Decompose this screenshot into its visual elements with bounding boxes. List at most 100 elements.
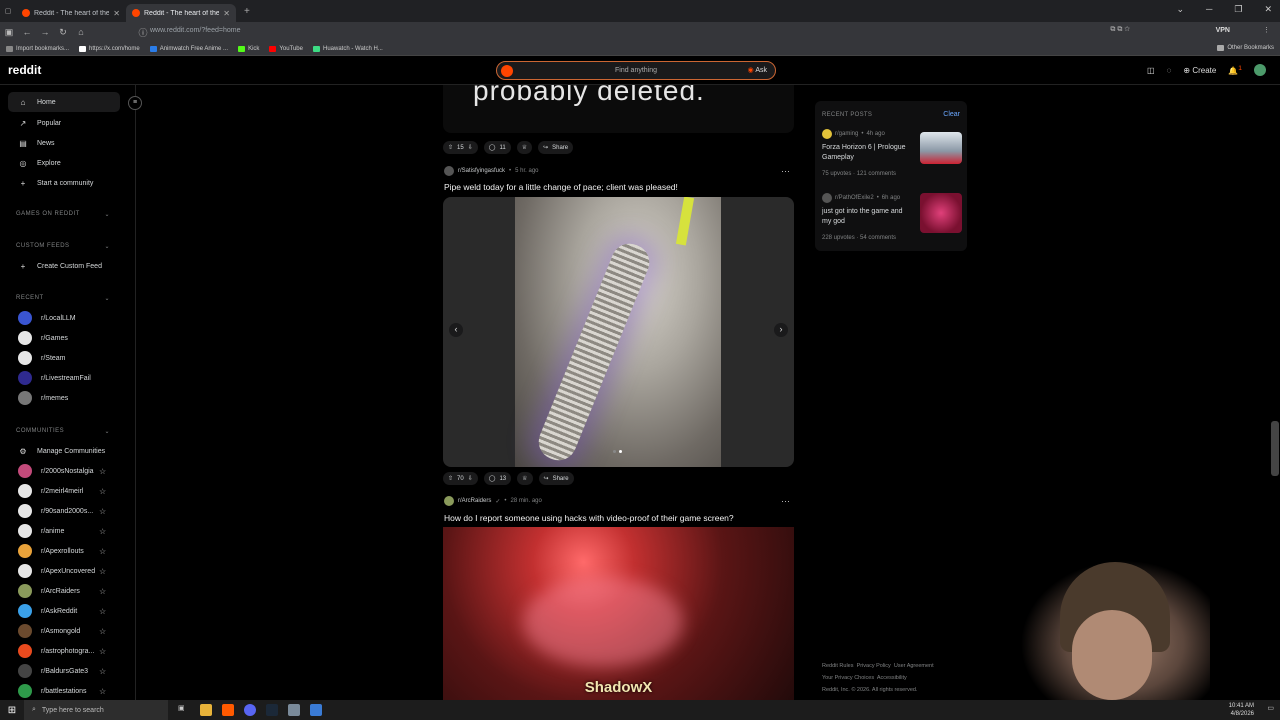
communities-section-toggle[interactable]: COMMUNITIES ⌄ xyxy=(16,428,110,435)
bookmark-kick[interactable]: Kick xyxy=(238,45,259,52)
avatar[interactable] xyxy=(1254,64,1266,76)
more-options-icon[interactable]: ⋯ xyxy=(781,166,790,177)
community-item[interactable]: r/astrophotogra... ☆ xyxy=(0,641,130,661)
reddit-rules-link[interactable]: Reddit Rules xyxy=(822,663,854,669)
comments-button[interactable]: ◯ 13 xyxy=(483,472,512,485)
notifications-icon[interactable]: 🔔1 xyxy=(1228,65,1242,76)
extensions-icon[interactable]: ⧉ ⧉ ☆ xyxy=(1110,26,1130,34)
recent-post-item[interactable]: r/gaming • 4h ago Forza Horizon 6 | Prolog… xyxy=(822,129,962,177)
url-field[interactable]: www.reddit.com/?feed=home xyxy=(150,27,240,34)
taskbar-search-input[interactable]: ⌕ Type here to search xyxy=(24,700,168,720)
obs-icon[interactable] xyxy=(310,704,322,716)
discord-icon[interactable] xyxy=(244,704,256,716)
recent-post-item[interactable]: r/PathOfExile2 • 6h ago just got into the … xyxy=(822,193,962,241)
favorite-star-icon[interactable]: ☆ xyxy=(99,487,106,496)
clear-recent-button[interactable]: Clear xyxy=(943,111,960,118)
favorite-star-icon[interactable]: ☆ xyxy=(99,527,106,536)
browser-icon[interactable] xyxy=(222,704,234,716)
search-input[interactable]: Find anything ◉ Ask xyxy=(496,61,776,80)
favorite-star-icon[interactable]: ☆ xyxy=(99,547,106,556)
notification-center-icon[interactable]: ▭ xyxy=(1267,704,1274,712)
reddit-logo[interactable]: reddit xyxy=(8,63,41,77)
task-view-icon[interactable]: ▣ xyxy=(178,704,190,716)
bookmark-import[interactable]: Import bookmarks... xyxy=(6,45,69,52)
favorite-star-icon[interactable]: ☆ xyxy=(99,627,106,636)
community-item[interactable]: r/AskReddit ☆ xyxy=(0,601,130,621)
bookmark-youtube[interactable]: YouTube xyxy=(269,45,303,52)
award-button[interactable]: ♕ xyxy=(517,472,533,485)
recent-section-toggle[interactable]: RECENT ⌄ xyxy=(16,295,110,302)
other-bookmarks[interactable]: Other Bookmarks xyxy=(1217,45,1274,51)
post-title[interactable]: Pipe weld today for a little change of p… xyxy=(444,182,678,192)
vote-control[interactable]: ⇧ 15 ⇩ xyxy=(443,141,478,154)
community-item[interactable]: r/Apexrollouts ☆ xyxy=(0,541,130,561)
community-item[interactable]: r/anime ☆ xyxy=(0,521,130,541)
accessibility-link[interactable]: Accessibility xyxy=(877,675,907,681)
forward-icon[interactable]: → xyxy=(36,27,54,37)
community-item[interactable]: r/BaldursGate3 ☆ xyxy=(0,661,130,681)
downvote-icon[interactable]: ⇩ xyxy=(468,144,473,151)
create-custom-feed-button[interactable]: + Create Custom Feed xyxy=(0,256,130,276)
file-explorer-icon[interactable] xyxy=(200,704,212,716)
upvote-icon[interactable]: ⇧ xyxy=(448,144,453,151)
minimize-icon[interactable]: ─ xyxy=(1206,4,1212,15)
community-item[interactable]: r/90sand2000s... ☆ xyxy=(0,501,130,521)
favorite-star-icon[interactable]: ☆ xyxy=(99,667,106,676)
chat-icon[interactable]: ◌ xyxy=(1167,66,1172,75)
privacy-choices-link[interactable]: Your Privacy Choices xyxy=(822,675,874,681)
upvote-icon[interactable]: ⇧ xyxy=(448,475,453,482)
community-item[interactable]: r/2000sNostalgia ☆ xyxy=(0,461,130,481)
subreddit-link[interactable]: r/ArcRaiders xyxy=(458,498,491,504)
community-item[interactable]: r/ArcRaiders ☆ xyxy=(0,581,130,601)
carousel-next-button[interactable]: › xyxy=(774,323,788,337)
page-scrollbar[interactable] xyxy=(1271,421,1279,476)
comments-button[interactable]: ◯ 11 xyxy=(483,141,511,154)
carousel-prev-button[interactable]: ‹ xyxy=(449,323,463,337)
privacy-policy-link[interactable]: Privacy Policy xyxy=(857,663,891,669)
home-browser-icon[interactable]: ⌂ xyxy=(72,27,90,37)
close-tab-icon[interactable]: ✕ xyxy=(223,9,230,18)
taskbar-clock[interactable]: 10:41 AM 4/8/2026 xyxy=(1229,702,1254,718)
downvote-icon[interactable]: ⇩ xyxy=(468,475,473,482)
user-agreement-link[interactable]: User Agreement xyxy=(894,663,934,669)
post-media-carousel[interactable]: ‹ › xyxy=(443,197,794,467)
award-button[interactable]: ♕ xyxy=(516,141,533,154)
close-tab-icon[interactable]: ✕ xyxy=(113,9,120,18)
favorite-star-icon[interactable]: ☆ xyxy=(99,567,106,576)
close-window-icon[interactable]: ✕ xyxy=(1264,4,1272,15)
tab-actions-icon[interactable]: ▢ xyxy=(0,7,16,15)
sidebar-item-explore[interactable]: ◎ Explore xyxy=(0,153,130,173)
app-icon[interactable] xyxy=(288,704,300,716)
share-button[interactable]: ↪ Share xyxy=(538,141,574,154)
bookmark-huawatch[interactable]: Huawatch - Watch H... xyxy=(312,45,383,52)
browser-menu-icon[interactable]: ⋮ xyxy=(1263,26,1270,34)
tab-search-icon[interactable]: ⌄ xyxy=(1176,4,1184,15)
bookmark-x[interactable]: https://x.com/home xyxy=(79,45,140,52)
sidebar-item-popular[interactable]: ↗ Popular xyxy=(0,113,130,133)
maximize-icon[interactable]: ❐ xyxy=(1234,4,1242,15)
new-tab-icon[interactable]: + xyxy=(244,6,250,17)
manage-communities-button[interactable]: ⚙ Manage Communities xyxy=(0,441,130,461)
favorite-star-icon[interactable]: ☆ xyxy=(99,607,106,616)
carousel-dot-active[interactable] xyxy=(619,450,622,453)
recent-item[interactable]: r/Steam xyxy=(0,348,130,368)
advertise-icon[interactable]: ◫ xyxy=(1147,66,1155,75)
sidebar-item-home[interactable]: ⌂ Home xyxy=(8,92,120,112)
sidebar-toggle-icon[interactable]: ▣ xyxy=(0,27,18,38)
community-item[interactable]: r/ApexUncovered ☆ xyxy=(0,561,130,581)
more-options-icon[interactable]: ⋯ xyxy=(781,496,790,507)
recent-item[interactable]: r/Games xyxy=(0,328,130,348)
community-item[interactable]: r/2meirl4meirl ☆ xyxy=(0,481,130,501)
ask-button[interactable]: ◉ Ask xyxy=(748,62,767,79)
post-video[interactable]: ShadowX xyxy=(443,527,794,700)
windows-start-icon[interactable]: ⊞ xyxy=(0,705,24,716)
sidebar-item-news[interactable]: ▤ News xyxy=(0,133,130,153)
previous-post-media[interactable]: probably deleted. xyxy=(443,85,794,133)
recent-item[interactable]: r/memes xyxy=(0,388,130,408)
reload-icon[interactable]: ↻ xyxy=(54,27,72,38)
carousel-dot[interactable] xyxy=(613,450,616,453)
community-item[interactable]: r/battlestations ☆ xyxy=(0,681,130,701)
custom-feeds-section-toggle[interactable]: CUSTOM FEEDS ⌄ xyxy=(16,243,110,250)
bookmark-animwatch[interactable]: Animwatch Free Anime ... xyxy=(149,45,228,52)
create-button[interactable]: ⊕ Create xyxy=(1183,66,1216,75)
